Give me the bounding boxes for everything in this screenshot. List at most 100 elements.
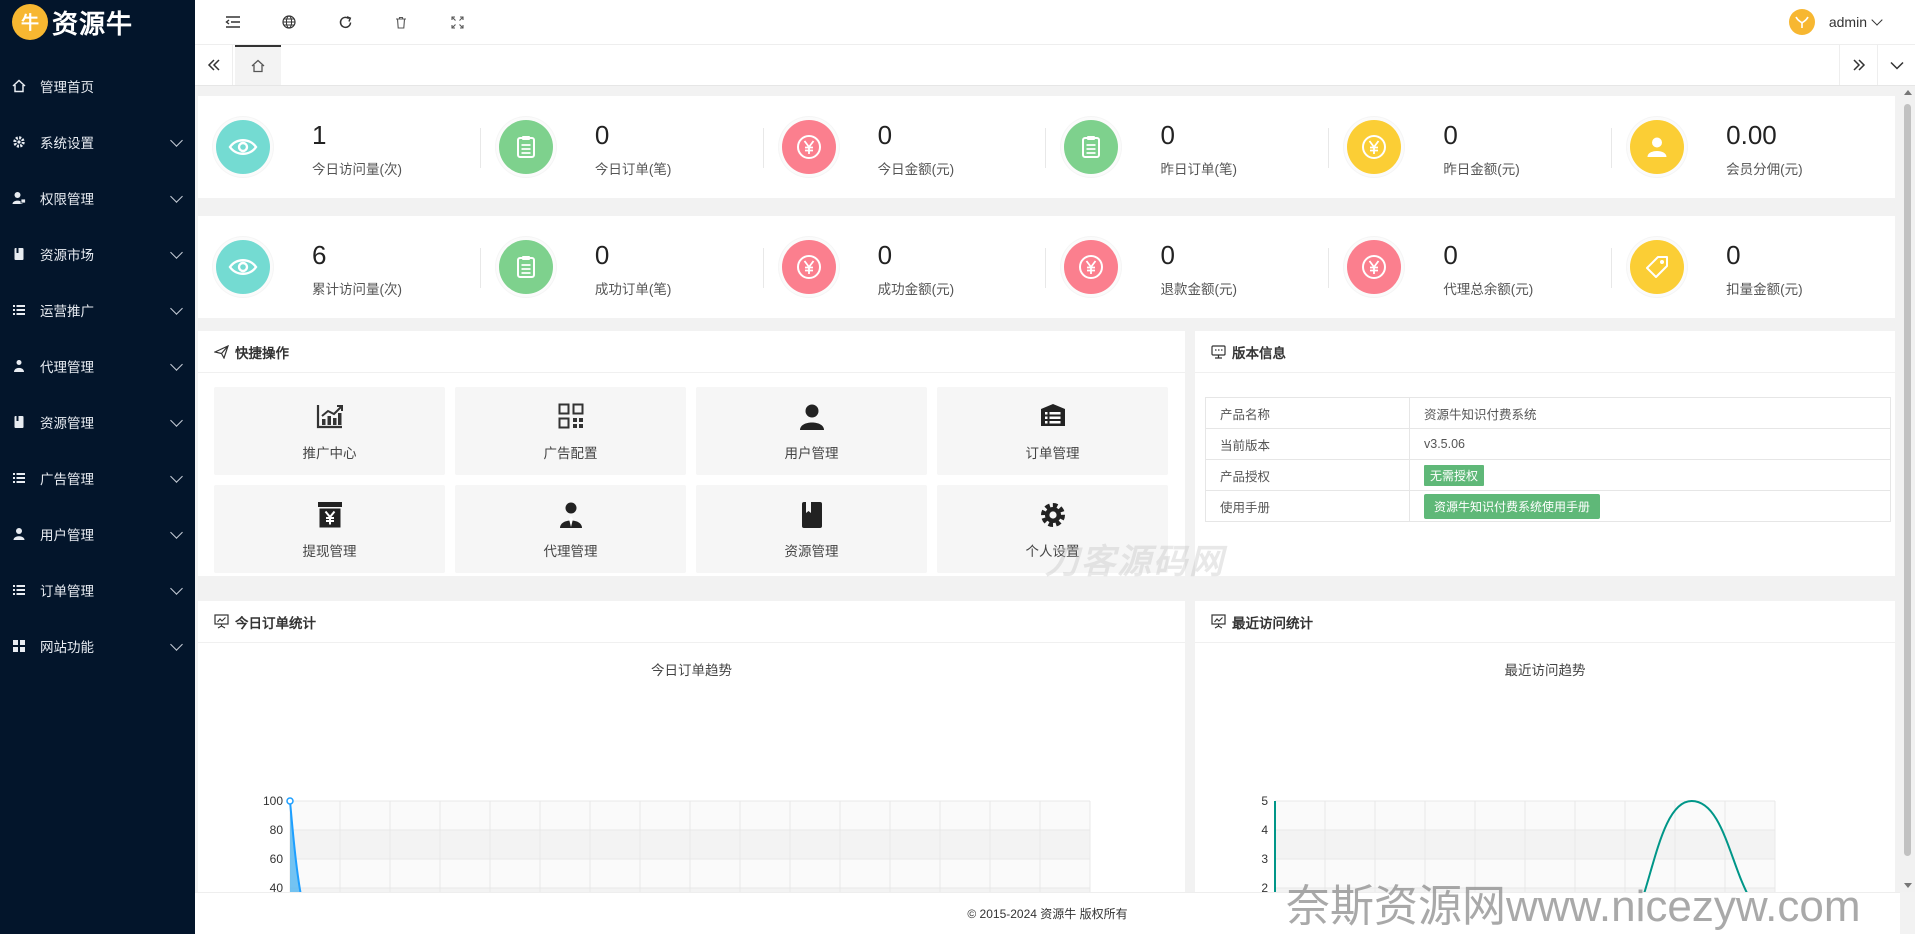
chevron-down-icon	[170, 133, 183, 147]
version-info-panel: 版本信息 产品名称 资源牛知识付费系统 当前版本 v3.5.06 产品授权 无需…	[1195, 331, 1895, 576]
table-cell-key: 使用手册	[1205, 490, 1410, 522]
order-stats-panel: 今日订单统计 今日订单趋势 10080604020	[198, 601, 1185, 892]
quick-action-label: 推广中心	[302, 446, 357, 461]
stat-card: 0 成功金额(元)	[764, 216, 1047, 318]
stat-card: 0 昨日订单(笔)	[1046, 96, 1330, 198]
table-cell-key: 产品授权	[1205, 459, 1410, 491]
sidebar-item-site[interactable]: 网站功能	[0, 618, 195, 674]
grid-icon	[10, 639, 28, 653]
quick-action-withdraw[interactable]: 提现管理	[214, 485, 445, 573]
chevron-down-icon	[170, 469, 183, 483]
yen-icon	[1064, 240, 1119, 294]
sidebar-item-marketing[interactable]: 运营推广	[0, 282, 195, 338]
table-cell-value: 资源牛知识付费系统	[1409, 397, 1891, 429]
sidebar-item-system[interactable]: 系统设置	[0, 114, 195, 170]
clipboard-icon	[498, 120, 553, 174]
main-content: 1 今日访问量(次) 0 今日订单(笔) 0 今日金额(元) 0 昨日订单(笔)…	[195, 86, 1900, 892]
scroll-down-icon[interactable]	[1904, 883, 1912, 888]
list-alt-icon	[937, 403, 1168, 429]
scrollbar[interactable]	[1900, 86, 1915, 892]
username: admin	[1828, 14, 1867, 30]
sidebar-item-label: 代理管理	[40, 360, 94, 375]
stat-label: 会员分佣(元)	[1726, 162, 1803, 177]
tab-options-button[interactable]	[1877, 45, 1915, 85]
refresh-icon[interactable]	[333, 10, 357, 34]
sidebar-item-resource[interactable]: 资源管理	[0, 394, 195, 450]
user-icon	[10, 527, 28, 541]
stat-card: 0 今日金额(元)	[764, 96, 1047, 198]
sidebar-item-label: 运营推广	[40, 304, 94, 319]
trash-icon[interactable]	[389, 10, 413, 34]
chevron-down-icon	[170, 525, 183, 539]
version-table: 产品名称 资源牛知识付费系统 当前版本 v3.5.06 产品授权 无需授权 使用…	[1205, 397, 1891, 522]
chevron-down-icon	[170, 413, 183, 427]
avatar	[1788, 9, 1815, 35]
sidebar-item-label: 资源市场	[40, 248, 94, 263]
scroll-up-icon[interactable]	[1904, 90, 1912, 95]
sidebar-item-users[interactable]: 用户管理	[0, 506, 195, 562]
y-tick-label: 5	[1261, 794, 1268, 808]
eye-icon	[216, 120, 270, 174]
menu-fold-icon[interactable]	[221, 10, 245, 34]
stat-label: 代理总余额(元)	[1443, 282, 1534, 297]
logo[interactable]: 牛 资源牛	[0, 0, 195, 44]
users-icon	[10, 359, 28, 373]
stat-card: 1 今日访问量(次)	[198, 96, 481, 198]
y-tick-label: 80	[270, 823, 284, 837]
y-tick-label: 40	[270, 881, 284, 892]
stats-total-row: 6 累计访问量(次) 0 成功订单(笔) 0 成功金额(元) 0 退款金额(元)…	[198, 216, 1895, 318]
stats-today-row: 1 今日访问量(次) 0 今日订单(笔) 0 今日金额(元) 0 昨日订单(笔)…	[198, 96, 1895, 198]
sidebar-item-agent[interactable]: 代理管理	[0, 338, 195, 394]
scrollbar-thumb[interactable]	[1904, 104, 1911, 856]
globe-icon[interactable]	[277, 10, 301, 34]
stat-label: 扣量金额(元)	[1726, 282, 1803, 297]
stat-card: 0.00 会员分佣(元)	[1612, 96, 1895, 198]
quick-action-agent[interactable]: 代理管理	[455, 485, 686, 573]
manual-link-button[interactable]: 资源牛知识付费系统使用手册	[1424, 493, 1601, 519]
quick-action-resource[interactable]: 资源管理	[696, 485, 927, 573]
qrcode-icon	[455, 403, 686, 429]
stat-value: 0	[594, 120, 610, 150]
sidebar-item-orders[interactable]: 订单管理	[0, 562, 195, 618]
stat-label: 今日金额(元)	[877, 162, 955, 177]
sidebar-item-home[interactable]: 管理首页	[0, 58, 195, 114]
sidebar-item-market[interactable]: 资源市场	[0, 226, 195, 282]
stat-card: 0 代理总余额(元)	[1329, 216, 1613, 318]
quick-action-settings[interactable]: 个人设置	[937, 485, 1168, 573]
chevron-down-icon	[170, 301, 183, 315]
quick-action-ads[interactable]: 广告配置	[455, 387, 686, 475]
book-icon	[10, 247, 28, 261]
tag-icon	[1630, 240, 1685, 294]
book-icon	[696, 501, 927, 529]
user-menu[interactable]: admin	[1788, 9, 1883, 35]
table-cell-value: v3.5.06	[1409, 428, 1891, 460]
sidebar-item-permission[interactable]: 权限管理	[0, 170, 195, 226]
fullscreen-icon[interactable]	[445, 10, 469, 34]
panel-header: 快捷操作	[198, 331, 1185, 373]
quick-action-promotion[interactable]: 推广中心	[214, 387, 445, 475]
tab-scroll-left-button[interactable]	[195, 45, 233, 85]
tab-scroll-right-button[interactable]	[1839, 45, 1877, 85]
stat-card: 6 累计访问量(次)	[198, 216, 481, 318]
quick-action-users[interactable]: 用户管理	[696, 387, 927, 475]
list-icon	[10, 583, 28, 597]
list-icon	[10, 471, 28, 485]
y-tick-label: 2	[1261, 881, 1268, 892]
footer: © 2015-2024 资源牛 版权所有	[195, 892, 1900, 934]
quick-action-orders[interactable]: 订单管理	[937, 387, 1168, 475]
chevron-down-icon	[170, 245, 183, 259]
table-row: 产品授权 无需授权	[1205, 459, 1891, 491]
user-lock-icon	[10, 191, 28, 205]
top-bar: admin	[195, 0, 1915, 45]
panel-title: 快捷操作	[235, 345, 289, 361]
paper-plane-icon	[214, 344, 229, 359]
stat-card: 0 成功订单(笔)	[481, 216, 764, 318]
tab-home[interactable]	[235, 45, 281, 85]
stat-value: 0.00	[1726, 120, 1777, 150]
sidebar-item-ads[interactable]: 广告管理	[0, 450, 195, 506]
stat-value: 1	[312, 120, 327, 150]
quick-action-label: 个人设置	[1025, 544, 1080, 559]
quick-action-label: 代理管理	[543, 544, 598, 559]
yen-icon	[781, 240, 836, 294]
y-tick-label: 60	[270, 852, 284, 866]
